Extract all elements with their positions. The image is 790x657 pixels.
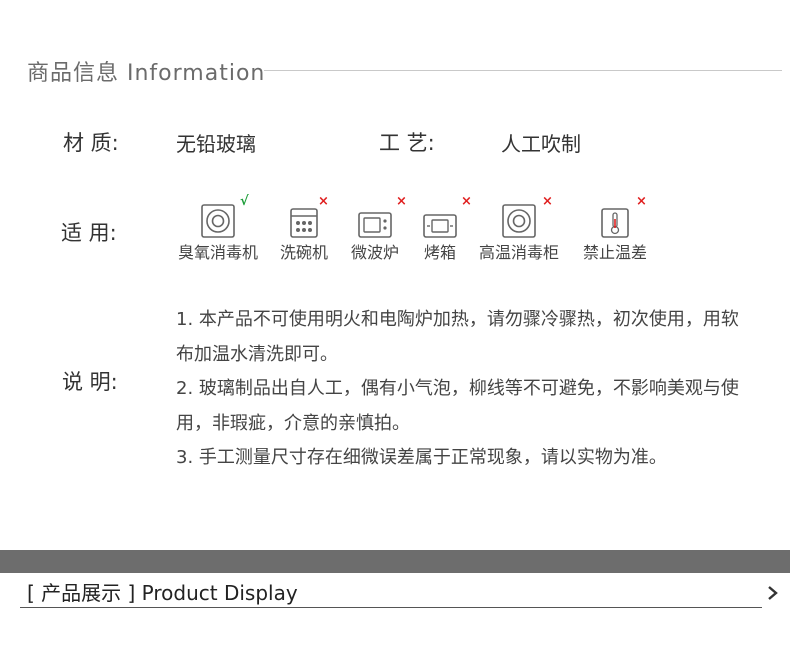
note-line: 2. 玻璃制品出自人工，偶有小气泡，柳线等不可避免，不影响美观与使用，非瑕疵，介…	[176, 378, 739, 434]
info-section-title: 商品信息 Information	[27, 61, 266, 86]
note-line: 1. 本产品不可使用明火和电陶炉加热，请勿骤冷骤热，初次使用，用软布加温水清洗即…	[176, 309, 739, 365]
not-allowed-mark: ×	[636, 194, 647, 209]
usage-item-label: 禁止温差	[582, 243, 647, 262]
sterilizer-icon	[201, 204, 235, 238]
info-divider	[264, 70, 782, 71]
thermometer-icon	[601, 208, 629, 238]
usage-item-temperature-difference: × 禁止温差	[567, 194, 663, 263]
craft-label: 工 艺:	[379, 131, 435, 155]
not-allowed-mark: ×	[542, 194, 553, 209]
usage-label: 适 用:	[61, 221, 117, 245]
product-display-title: [ 产品展示 ] Product Display	[27, 581, 298, 605]
product-display-underline	[20, 607, 762, 608]
section-divider-band	[0, 550, 790, 573]
oven-icon	[423, 214, 457, 238]
usage-item-sterilizer: √ 臭氧消毒机	[170, 194, 266, 263]
usage-item-disinfection-cabinet: × 高温消毒柜	[471, 194, 567, 263]
allowed-mark: √	[240, 194, 249, 209]
chevron-right-icon[interactable]	[766, 585, 780, 601]
disinfection-cabinet-icon	[502, 204, 536, 238]
usage-item-label: 臭氧消毒机	[177, 243, 258, 262]
notes-list: 1. 本产品不可使用明火和电陶炉加热，请勿骤冷骤热，初次使用，用软布加温水清洗即…	[176, 303, 746, 476]
note-line: 3. 手工测量尺寸存在细微误差属于正常现象，请以实物为准。	[176, 447, 667, 468]
usage-item-label: 高温消毒柜	[478, 243, 559, 262]
material-label: 材 质:	[63, 131, 119, 155]
craft-value: 人工吹制	[501, 132, 581, 156]
microwave-icon	[358, 212, 392, 238]
dishwasher-icon	[290, 208, 318, 238]
notes-label: 说 明:	[62, 370, 118, 394]
material-value: 无铅玻璃	[176, 132, 256, 156]
